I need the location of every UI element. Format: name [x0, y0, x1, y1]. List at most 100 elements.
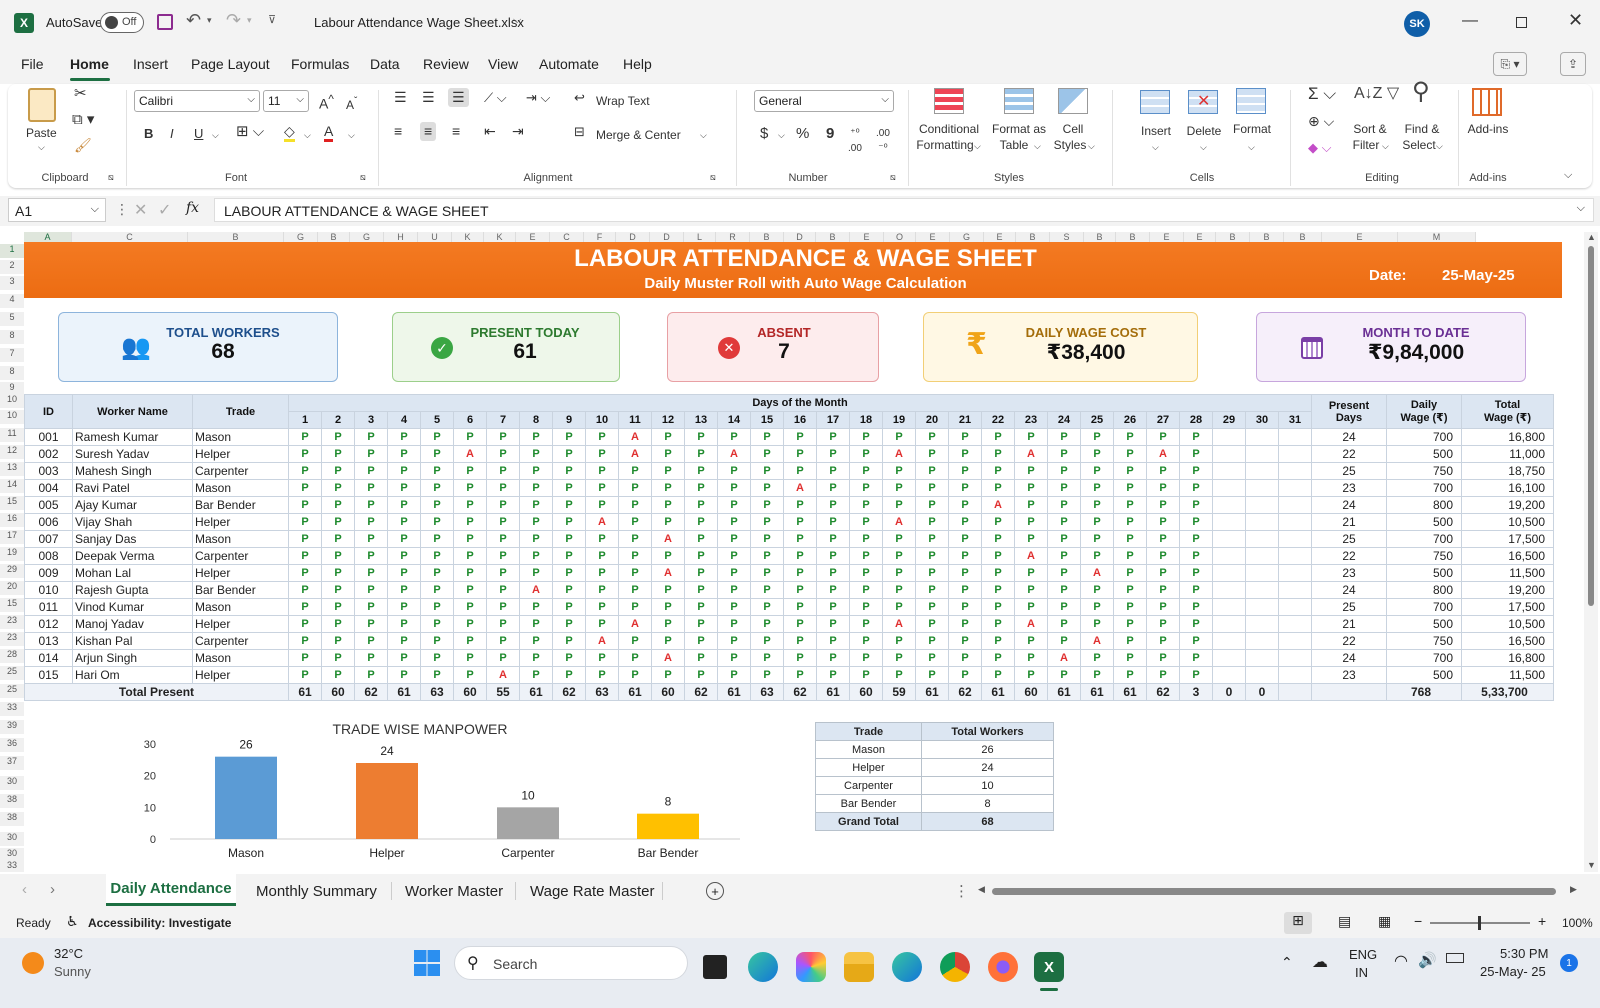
present-days-cell[interactable]: 23	[1311, 564, 1387, 582]
attendance-cell[interactable]: P	[948, 547, 982, 565]
daily-wage-cell[interactable]: 700	[1386, 479, 1462, 497]
attendance-cell[interactable]: P	[1014, 649, 1048, 667]
day-total-cell[interactable]: 63	[420, 683, 454, 701]
attendance-cell[interactable]: P	[882, 496, 916, 514]
menu-file[interactable]: File	[21, 56, 44, 72]
font-color-icon[interactable]: A	[324, 124, 334, 142]
wrap-text-button[interactable]: Wrap Text	[596, 94, 650, 109]
attendance-cell[interactable]: P	[717, 564, 751, 582]
day-total-cell[interactable]: 62	[783, 683, 817, 701]
attendance-cell[interactable]: P	[1113, 632, 1147, 650]
attendance-cell[interactable]: P	[783, 615, 817, 633]
day-header[interactable]: 15	[750, 411, 784, 429]
day-header[interactable]: 24	[1047, 411, 1081, 429]
orientation-icon[interactable]: ⟋ ⌵	[484, 90, 507, 105]
attendance-cell[interactable]: P	[816, 666, 850, 684]
undo-dropdown-icon[interactable]: ▾	[207, 15, 212, 26]
worker-trade-cell[interactable]: Carpenter	[192, 547, 289, 565]
attendance-cell[interactable]	[1212, 479, 1246, 497]
table-row[interactable]: 003 Mahesh Singh Carpenter P P P P P P P P P P P P P P P P…	[24, 462, 1554, 480]
day-total-cell[interactable]: 55	[486, 683, 520, 701]
header-worker-name[interactable]: Worker Name	[72, 394, 193, 429]
attendance-cell[interactable]: P	[585, 496, 619, 514]
attendance-cell[interactable]	[1212, 428, 1246, 446]
autosum-icon[interactable]: Σ ⌵	[1308, 85, 1336, 102]
attendance-cell[interactable]: P	[849, 581, 883, 599]
cell-styles-label-2[interactable]: Styles	[1052, 138, 1088, 153]
total-wage-cell[interactable]: 16,100	[1461, 479, 1554, 497]
total-wage-cell[interactable]: 16,500	[1461, 632, 1554, 650]
attendance-cell[interactable]: P	[420, 649, 454, 667]
attendance-cell[interactable]: P	[1179, 564, 1213, 582]
align-middle-icon[interactable]: ☰	[422, 90, 435, 105]
attendance-cell[interactable]: P	[750, 428, 784, 446]
decrease-indent-icon[interactable]: ⇤	[484, 124, 496, 139]
attendance-cell[interactable]: P	[552, 598, 586, 616]
copy-icon[interactable]: ⧉ ▾	[72, 112, 94, 127]
attendance-cell[interactable]: P	[552, 445, 586, 463]
attendance-cell[interactable]: P	[486, 496, 520, 514]
worker-trade-cell[interactable]: Helper	[192, 445, 289, 463]
attendance-cell[interactable]: P	[288, 666, 322, 684]
attendance-cell[interactable]: P	[651, 598, 685, 616]
attendance-cell[interactable]: P	[519, 445, 553, 463]
attendance-cell[interactable]: P	[288, 581, 322, 599]
attendance-cell[interactable]: P	[684, 598, 718, 616]
attendance-cell[interactable]: P	[651, 496, 685, 514]
increase-decimal-icon[interactable]: ⁺⁰ .00	[848, 126, 862, 156]
attendance-cell[interactable]	[1212, 615, 1246, 633]
borders-icon[interactable]: ⊞ ⌵	[236, 124, 264, 139]
bold-button[interactable]: B	[144, 126, 153, 141]
worker-name-cell[interactable]: Manoj Yadav	[72, 615, 193, 633]
attendance-cell[interactable]: P	[882, 632, 916, 650]
attendance-cell[interactable]: P	[882, 649, 916, 667]
attendance-cell[interactable]: P	[354, 462, 388, 480]
worker-name-cell[interactable]: Rajesh Gupta	[72, 581, 193, 599]
attendance-cell[interactable]	[1245, 649, 1279, 667]
table-row[interactable]: 001 Ramesh Kumar Mason P P P P P P P P P P A P P P P P P P P P…	[24, 428, 1554, 446]
tab-wage-rate-master[interactable]: Wage Rate Master	[530, 883, 655, 900]
attendance-cell[interactable]: P	[552, 649, 586, 667]
align-top-icon[interactable]: ☰	[394, 90, 407, 105]
clock-time[interactable]: 5:30 PM	[1500, 946, 1548, 961]
attendance-cell[interactable]	[1245, 462, 1279, 480]
attendance-cell[interactable]	[1212, 581, 1246, 599]
merge-dropdown-icon[interactable]: ⌵	[700, 128, 707, 143]
row-header[interactable]: 38	[0, 812, 24, 826]
row-header[interactable]: 23	[0, 615, 24, 629]
row-header[interactable]: 29	[0, 564, 24, 578]
attendance-cell[interactable]: P	[486, 564, 520, 582]
align-bottom-icon[interactable]: ☰	[448, 88, 469, 107]
attendance-cell[interactable]: P	[1113, 496, 1147, 514]
attendance-cell[interactable]: P	[1047, 496, 1081, 514]
font-launcher-icon[interactable]: ⧅	[360, 170, 366, 185]
attendance-cell[interactable]: P	[816, 479, 850, 497]
decrease-decimal-icon[interactable]: .00 ⁻⁰	[876, 126, 890, 156]
grand-total-label[interactable]: Grand Total	[815, 812, 922, 831]
file-name[interactable]: Labour Attendance Wage Sheet.xlsx	[314, 15, 524, 30]
worker-id-cell[interactable]: 007	[24, 530, 73, 548]
notification-badge[interactable]: 1	[1560, 954, 1578, 972]
day-header[interactable]: 1	[288, 411, 322, 429]
attendance-cell[interactable]: P	[486, 445, 520, 463]
attendance-cell[interactable]: P	[684, 564, 718, 582]
attendance-cell[interactable]: P	[1014, 564, 1048, 582]
worker-trade-cell[interactable]: Helper	[192, 615, 289, 633]
present-days-cell[interactable]: 22	[1311, 632, 1387, 650]
trade-name-cell[interactable]: Carpenter	[815, 776, 922, 795]
worker-name-cell[interactable]: Mohan Lal	[72, 564, 193, 582]
attendance-cell[interactable]: P	[453, 581, 487, 599]
attendance-cell[interactable]: P	[354, 428, 388, 446]
attendance-cell[interactable]: P	[354, 479, 388, 497]
worker-trade-cell[interactable]: Mason	[192, 428, 289, 446]
row-header[interactable]: 38	[0, 794, 24, 808]
attendance-cell[interactable]: P	[387, 666, 421, 684]
weather-temp[interactable]: 32°C	[54, 946, 83, 961]
attendance-cell[interactable]: P	[354, 564, 388, 582]
hscroll-right-icon[interactable]: ▶	[1570, 884, 1577, 895]
row-header[interactable]: 39	[0, 720, 24, 734]
row-header[interactable]: 7	[0, 348, 24, 362]
attendance-cell[interactable]: P	[1179, 649, 1213, 667]
daily-wage-cell[interactable]: 750	[1386, 547, 1462, 565]
attendance-cell[interactable]: P	[387, 445, 421, 463]
